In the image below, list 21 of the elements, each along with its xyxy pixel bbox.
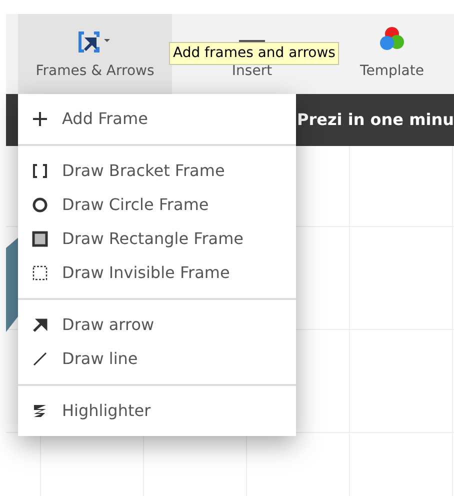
menu-item[interactable]: Draw Invisible Frame <box>18 256 296 290</box>
menu-item[interactable]: Add Frame <box>18 102 296 136</box>
line-icon <box>32 351 48 367</box>
frame-arrow-icon <box>78 31 112 53</box>
presentation-title: Prezi in one minu <box>297 109 454 131</box>
plus-icon <box>32 111 48 127</box>
toolbar-button[interactable]: Frames & Arrows <box>18 14 172 94</box>
circle-icon <box>32 197 48 213</box>
rectangle-icon <box>32 231 48 247</box>
menu-item[interactable]: Draw Rectangle Frame <box>18 222 296 256</box>
bracket-icon <box>32 163 48 179</box>
dashed-square-icon <box>32 265 48 281</box>
menu-item[interactable]: Highlighter <box>18 394 296 428</box>
arrow-icon <box>32 317 48 333</box>
menu-item[interactable]: Draw Circle Frame <box>18 188 296 222</box>
highlighter-icon <box>32 403 48 419</box>
menu-item[interactable]: Draw arrow <box>18 308 296 342</box>
menu-item[interactable]: Draw line <box>18 342 296 376</box>
menu-item[interactable]: Draw Bracket Frame <box>18 154 296 188</box>
color-circles-icon <box>378 25 406 53</box>
tooltip: Add frames and arrows <box>169 42 340 65</box>
